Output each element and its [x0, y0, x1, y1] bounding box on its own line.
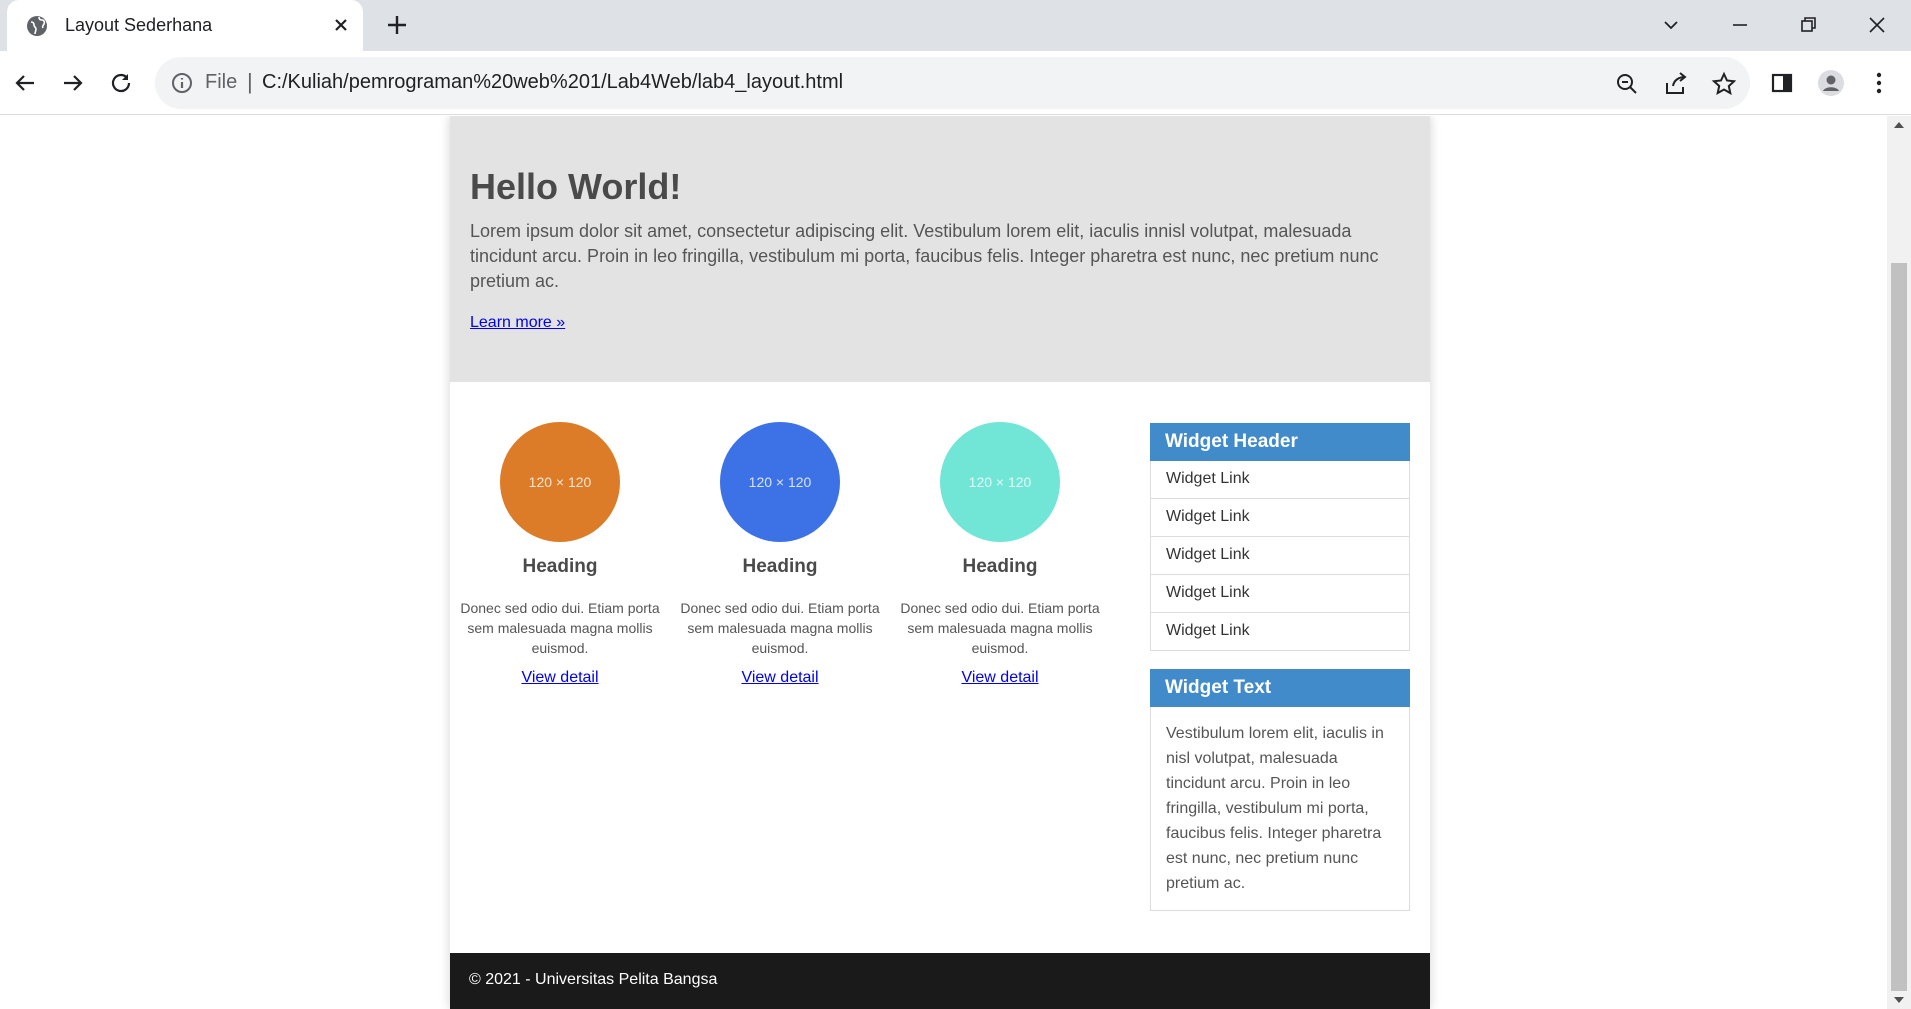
- view-detail-link[interactable]: View detail: [961, 669, 1038, 687]
- widget-header: Widget Header: [1150, 423, 1410, 461]
- feature-text: Donec sed odio dui. Etiam porta sem male…: [680, 600, 880, 656]
- widget-link[interactable]: Widget Link: [1151, 613, 1409, 650]
- forward-icon[interactable]: [58, 68, 88, 98]
- share-icon[interactable]: [1663, 71, 1689, 97]
- reload-icon[interactable]: [106, 68, 136, 98]
- footer-copyright: © 2021 - Universitas Pelita Bangsa: [469, 971, 718, 988]
- profile-avatar-icon[interactable]: [1816, 68, 1846, 98]
- feature-text: Donec sed odio dui. Etiam porta sem male…: [900, 600, 1100, 656]
- minimize-icon[interactable]: [1725, 10, 1755, 40]
- scroll-up-arrow-icon[interactable]: [1894, 122, 1904, 128]
- feature-card: 120 × 120 Heading Donec sed odio dui. Et…: [460, 422, 660, 687]
- close-tab-icon[interactable]: [329, 13, 353, 37]
- widget-text-body: Vestibulum lorem elit, iaculis in nisl v…: [1166, 725, 1384, 892]
- hero-title: Hello World!: [470, 166, 682, 207]
- bookmark-star-icon[interactable]: [1711, 71, 1737, 97]
- hero-text: Lorem ipsum dolor sit amet, consectetur …: [470, 221, 1379, 291]
- learn-more-link[interactable]: Learn more »: [470, 314, 565, 332]
- browser-tab[interactable]: Layout Sederhana: [7, 0, 363, 51]
- scroll-down-arrow-icon[interactable]: [1894, 997, 1904, 1003]
- menu-kebab-icon[interactable]: [1864, 68, 1894, 98]
- widget-link[interactable]: Widget Link: [1151, 575, 1409, 613]
- view-detail-link[interactable]: View detail: [741, 669, 818, 687]
- page-viewport: Hello World! Lorem ipsum dolor sit amet,…: [0, 116, 1887, 1009]
- feature-image-placeholder: 120 × 120: [940, 422, 1060, 542]
- feature-text: Donec sed odio dui. Etiam porta sem male…: [460, 600, 660, 656]
- zoom-icon[interactable]: [1614, 71, 1640, 97]
- feature-image-placeholder: 120 × 120: [500, 422, 620, 542]
- vertical-scrollbar[interactable]: [1887, 116, 1911, 1009]
- feature-card: 120 × 120 Heading Donec sed odio dui. Et…: [680, 422, 880, 687]
- placeholder-label: 120 × 120: [968, 474, 1032, 490]
- placeholder-label: 120 × 120: [748, 474, 812, 490]
- tab-title: Layout Sederhana: [65, 15, 213, 35]
- globe-icon: [27, 16, 47, 36]
- feature-heading: Heading: [742, 556, 818, 577]
- widget-link[interactable]: Widget Link: [1151, 461, 1409, 499]
- browser-toolbar: File | C:/Kuliah/pemrograman%20web%201/L…: [0, 51, 1911, 115]
- site-info-icon[interactable]: [170, 71, 194, 95]
- url-text[interactable]: C:/Kuliah/pemrograman%20web%201/Lab4Web/…: [262, 71, 843, 94]
- page-container: Hello World! Lorem ipsum dolor sit amet,…: [450, 116, 1430, 1009]
- side-panel-icon[interactable]: [1767, 68, 1797, 98]
- widget-link[interactable]: Widget Link: [1151, 537, 1409, 575]
- back-icon[interactable]: [10, 68, 40, 98]
- widget-link[interactable]: Widget Link: [1151, 499, 1409, 537]
- address-bar[interactable]: File | C:/Kuliah/pemrograman%20web%201/L…: [155, 57, 1750, 109]
- restore-icon[interactable]: [1793, 10, 1823, 40]
- placeholder-label: 120 × 120: [528, 474, 592, 490]
- widget-links: Widget Header Widget Link Widget Link Wi…: [1150, 423, 1410, 651]
- close-window-icon[interactable]: [1862, 10, 1892, 40]
- hero-section: Hello World! Lorem ipsum dolor sit amet,…: [450, 116, 1430, 382]
- view-detail-link[interactable]: View detail: [521, 669, 598, 687]
- tab-strip: Layout Sederhana: [0, 0, 1911, 51]
- scheme-separator: |: [247, 69, 253, 94]
- page-footer: © 2021 - Universitas Pelita Bangsa: [450, 953, 1430, 1009]
- feature-card: 120 × 120 Heading Donec sed odio dui. Et…: [900, 422, 1100, 687]
- widget-text: Widget Text Vestibulum lorem elit, iacul…: [1150, 669, 1410, 911]
- scroll-thumb[interactable]: [1891, 263, 1907, 991]
- scheme-label: File: [205, 71, 238, 93]
- tab-search-chevron-icon[interactable]: [1656, 10, 1686, 40]
- feature-heading: Heading: [962, 556, 1038, 577]
- feature-image-placeholder: 120 × 120: [720, 422, 840, 542]
- new-tab-icon[interactable]: [384, 12, 410, 38]
- feature-heading: Heading: [522, 556, 598, 577]
- widget-text-header: Widget Text: [1150, 669, 1410, 707]
